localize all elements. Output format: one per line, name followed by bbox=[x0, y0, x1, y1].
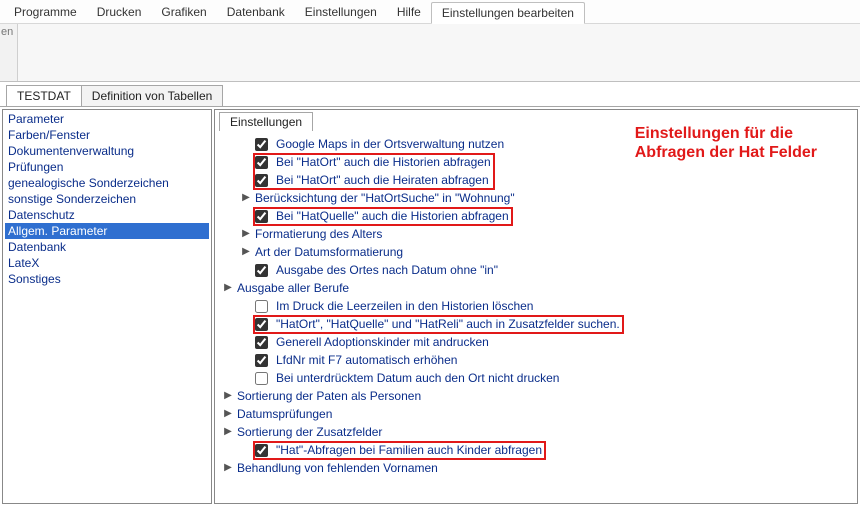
annotation-text: Einstellungen für die Abfragen der Hat F… bbox=[635, 124, 817, 162]
tree-group[interactable]: ▶Art der Datumsformatierung bbox=[237, 243, 851, 261]
tree-checkbox[interactable] bbox=[255, 444, 268, 457]
tree-label: Ausgabe aller Berufe bbox=[237, 279, 349, 297]
sidebar-item-datenschutz[interactable]: Datenschutz bbox=[5, 207, 209, 223]
tree-checkbox[interactable] bbox=[255, 156, 268, 169]
tree-group[interactable]: ▶Sortierung der Zusatzfelder bbox=[237, 423, 851, 441]
tree-group[interactable]: ▶Sortierung der Paten als Personen bbox=[237, 387, 851, 405]
tree-checkbox[interactable] bbox=[255, 300, 268, 313]
tree-label: Bei "HatOrt" auch die Heiraten abfragen bbox=[276, 171, 489, 189]
annotation-line-1: Einstellungen für die bbox=[635, 124, 817, 143]
tree-label: Behandlung von fehlenden Vornamen bbox=[237, 459, 438, 477]
tree-check[interactable]: Im Druck die Leerzeilen in den Historien… bbox=[237, 297, 851, 315]
tree-check[interactable]: Ausgabe des Ortes nach Datum ohne "in" bbox=[237, 261, 851, 279]
tree-label: LfdNr mit F7 automatisch erhöhen bbox=[276, 351, 457, 369]
sidebar: ParameterFarben/FensterDokumentenverwalt… bbox=[2, 109, 212, 504]
annotation-line-2: Abfragen der Hat Felder bbox=[635, 143, 817, 162]
tree-label: Bei unterdrücktem Datum auch den Ort nic… bbox=[276, 369, 559, 387]
tree-group[interactable]: ▶Datumsprüfungen bbox=[237, 405, 851, 423]
tree-check[interactable]: LfdNr mit F7 automatisch erhöhen bbox=[237, 351, 851, 369]
chevron-right-icon[interactable]: ▶ bbox=[241, 225, 251, 243]
tab-testdat[interactable]: TESTDAT bbox=[6, 85, 82, 106]
tree-label: Formatierung des Alters bbox=[255, 225, 382, 243]
tree-check[interactable]: "HatOrt", "HatQuelle" und "HatReli" auch… bbox=[237, 315, 851, 333]
tree-checkbox[interactable] bbox=[255, 174, 268, 187]
tree-check[interactable]: Generell Adoptionskinder mit andrucken bbox=[237, 333, 851, 351]
menu-item-drucken[interactable]: Drucken bbox=[87, 2, 152, 22]
tree-label: Sortierung der Zusatzfelder bbox=[237, 423, 382, 441]
sidebar-item-latex[interactable]: LateX bbox=[5, 255, 209, 271]
tree-label: Sortierung der Paten als Personen bbox=[237, 387, 421, 405]
ribbon-strip: en bbox=[0, 24, 860, 82]
tree-label: Bei "HatOrt" auch die Historien abfragen bbox=[276, 153, 491, 171]
tree-checkbox[interactable] bbox=[255, 372, 268, 385]
tree-label: "HatOrt", "HatQuelle" und "HatReli" auch… bbox=[276, 315, 620, 333]
tree-label: Datumsprüfungen bbox=[237, 405, 332, 423]
chevron-right-icon[interactable]: ▶ bbox=[223, 279, 233, 297]
menu-item-hilfe[interactable]: Hilfe bbox=[387, 2, 431, 22]
tree-checkbox[interactable] bbox=[255, 210, 268, 223]
sidebar-item-genealogische-sonderzeichen[interactable]: genealogische Sonderzeichen bbox=[5, 175, 209, 191]
tree-check[interactable]: Bei "HatQuelle" auch die Historien abfra… bbox=[237, 207, 851, 225]
tree-check[interactable]: Bei unterdrücktem Datum auch den Ort nic… bbox=[237, 369, 851, 387]
tree-label: Berücksichtung der "HatOrtSuche" in "Woh… bbox=[255, 189, 515, 207]
content-area: TESTDATDefinition von Tabellen Parameter… bbox=[0, 82, 860, 506]
sidebar-item-farben-fenster[interactable]: Farben/Fenster bbox=[5, 127, 209, 143]
chevron-right-icon[interactable]: ▶ bbox=[223, 405, 233, 423]
chevron-right-icon[interactable]: ▶ bbox=[223, 459, 233, 477]
tree-tab-settings[interactable]: Einstellungen bbox=[219, 112, 313, 131]
sidebar-item-datenbank[interactable]: Datenbank bbox=[5, 239, 209, 255]
menu-item-programme[interactable]: Programme bbox=[4, 2, 87, 22]
menubar: ProgrammeDruckenGrafikenDatenbankEinstel… bbox=[0, 0, 860, 24]
chevron-right-icon[interactable]: ▶ bbox=[241, 189, 251, 207]
chevron-right-icon[interactable]: ▶ bbox=[241, 243, 251, 261]
tree-checkbox[interactable] bbox=[255, 336, 268, 349]
tree-group[interactable]: ▶Berücksichtung der "HatOrtSuche" in "Wo… bbox=[237, 189, 851, 207]
sidebar-item-dokumentenverwaltung[interactable]: Dokumentenverwaltung bbox=[5, 143, 209, 159]
menu-item-einstellungen-bearbeiten[interactable]: Einstellungen bearbeiten bbox=[431, 2, 585, 24]
sidebar-item-pr-fungen[interactable]: Prüfungen bbox=[5, 159, 209, 175]
tree-label: Generell Adoptionskinder mit andrucken bbox=[276, 333, 489, 351]
tree-label: Im Druck die Leerzeilen in den Historien… bbox=[276, 297, 533, 315]
tab-definition-von-tabellen[interactable]: Definition von Tabellen bbox=[81, 85, 224, 106]
sidebar-item-sonstige-sonderzeichen[interactable]: sonstige Sonderzeichen bbox=[5, 191, 209, 207]
tree-group[interactable]: ▶Ausgabe aller Berufe bbox=[237, 279, 851, 297]
tree-group[interactable]: ▶Formatierung des Alters bbox=[237, 225, 851, 243]
sidebar-item-allgem-parameter[interactable]: Allgem. Parameter bbox=[5, 223, 209, 239]
tree-group[interactable]: ▶Behandlung von fehlenden Vornamen bbox=[237, 459, 851, 477]
tree-check[interactable]: "Hat"-Abfragen bei Familien auch Kinder … bbox=[237, 441, 851, 459]
tree-check[interactable]: Bei "HatOrt" auch die Heiraten abfragen bbox=[237, 171, 851, 189]
tree-label: Ausgabe des Ortes nach Datum ohne "in" bbox=[276, 261, 498, 279]
sidebar-item-sonstiges[interactable]: Sonstiges bbox=[5, 271, 209, 287]
chevron-right-icon[interactable]: ▶ bbox=[223, 423, 233, 441]
menu-item-datenbank[interactable]: Datenbank bbox=[217, 2, 295, 22]
panels: ParameterFarben/FensterDokumentenverwalt… bbox=[0, 106, 860, 506]
tree-panel: Einstellungen Google Maps in der Ortsver… bbox=[214, 109, 858, 504]
tree-label: Art der Datumsformatierung bbox=[255, 243, 403, 261]
tree-checkbox[interactable] bbox=[255, 354, 268, 367]
menu-item-einstellungen[interactable]: Einstellungen bbox=[295, 2, 387, 22]
toolbar-fragment: en bbox=[0, 24, 18, 81]
chevron-right-icon[interactable]: ▶ bbox=[223, 387, 233, 405]
tree-checkbox[interactable] bbox=[255, 318, 268, 331]
sidebar-item-parameter[interactable]: Parameter bbox=[5, 111, 209, 127]
main-tabs: TESTDATDefinition von Tabellen bbox=[0, 82, 860, 106]
tree-label: Bei "HatQuelle" auch die Historien abfra… bbox=[276, 207, 509, 225]
tree-label: Google Maps in der Ortsverwaltung nutzen bbox=[276, 135, 504, 153]
menu-item-grafiken[interactable]: Grafiken bbox=[151, 2, 216, 22]
tree-checkbox[interactable] bbox=[255, 138, 268, 151]
tree-label: "Hat"-Abfragen bei Familien auch Kinder … bbox=[276, 441, 542, 459]
tree-checkbox[interactable] bbox=[255, 264, 268, 277]
